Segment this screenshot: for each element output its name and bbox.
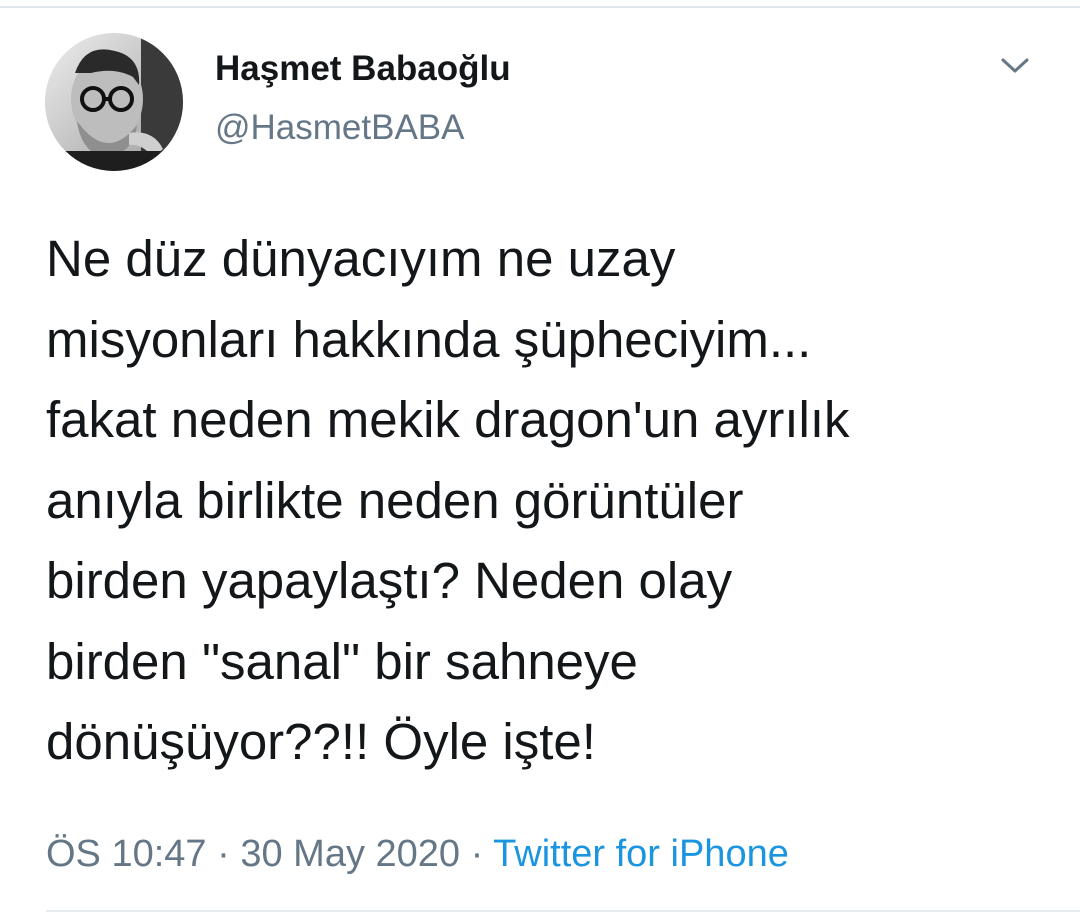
chevron-down-icon	[1001, 58, 1029, 73]
tweet-date[interactable]: 30 May 2020	[240, 833, 460, 875]
tweet-text-line: misyonları hakkında şüpheciyim...	[46, 310, 812, 368]
meta-separator: ·	[470, 833, 484, 875]
tweet-text-line: birden "sanal" bir sahneye	[46, 632, 638, 690]
tweet-menu-button[interactable]	[995, 50, 1035, 82]
meta-separator: ·	[217, 833, 230, 875]
tweet-source-link[interactable]: Twitter for iPhone	[493, 833, 789, 875]
bottom-divider	[46, 910, 1080, 912]
top-divider	[0, 6, 1080, 8]
author-handle[interactable]: @HasmetBABA	[215, 108, 465, 148]
tweet-text: Ne düz dünyacıyım ne uzay misyonları hak…	[46, 219, 1056, 783]
tweet-meta: ÖS 10:47 · 30 May 2020 · Twitter for iPh…	[46, 833, 789, 876]
tweet-text-line: birden yapaylaştı? Neden olay	[46, 552, 733, 609]
tweet-text-line: Ne düz dünyacıyım ne uzay	[46, 230, 676, 287]
tweet-text-line: anıyla birlikte neden görüntüler	[46, 471, 744, 529]
author-display-name[interactable]: Haşmet Babaoğlu	[215, 49, 511, 89]
tweet-text-line: dönüşüyor??!! Öyle işte!	[46, 713, 596, 770]
avatar[interactable]	[45, 33, 183, 171]
avatar-photo	[45, 33, 183, 171]
tweet-text-line: fakat neden mekik dragon'un ayrılık	[46, 391, 850, 448]
tweet-time[interactable]: ÖS 10:47	[46, 833, 207, 875]
